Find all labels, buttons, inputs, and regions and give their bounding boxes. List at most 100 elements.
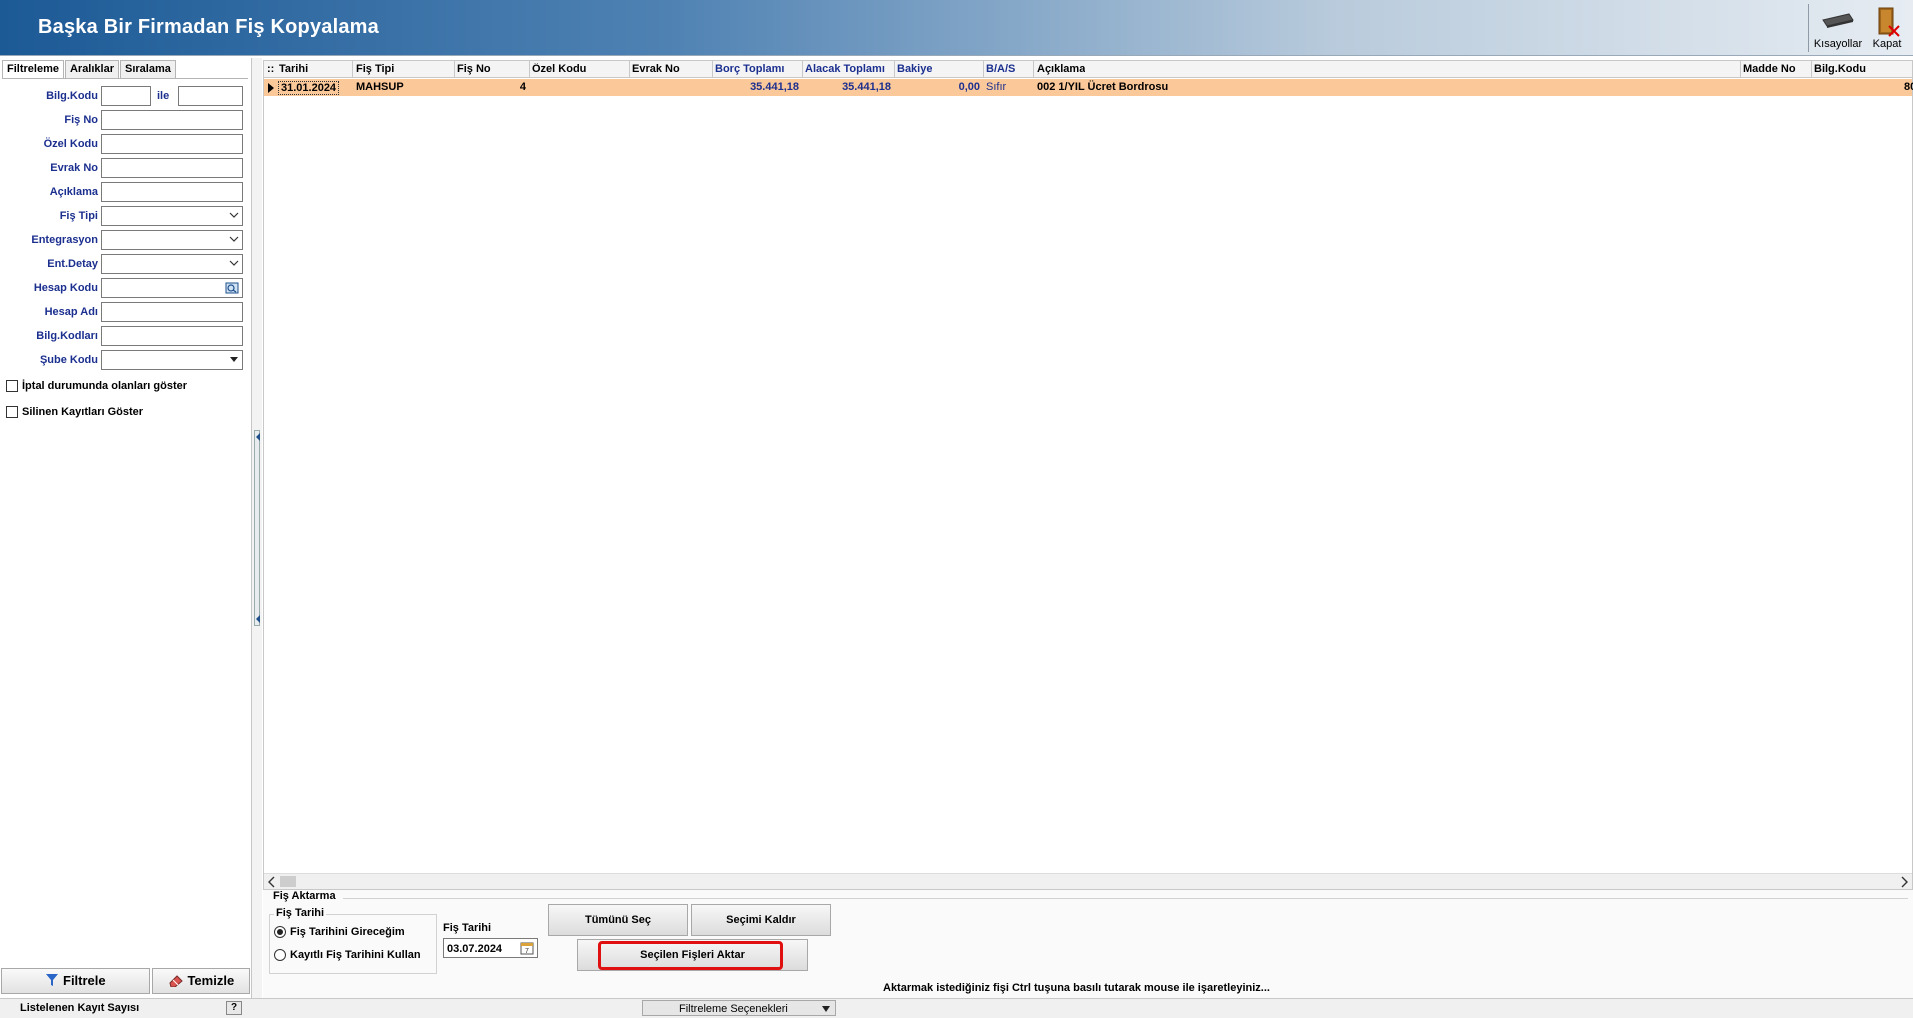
hesap-kodu-input[interactable] — [101, 278, 243, 298]
horizontal-scrollbar[interactable] — [264, 873, 1912, 889]
radio-enter-date[interactable] — [274, 926, 286, 938]
column-divider — [352, 61, 353, 78]
filter-button[interactable]: Filtrele — [1, 968, 150, 994]
evrak-no-row: Evrak No — [0, 158, 250, 179]
select-all-button[interactable]: Tümünü Seç — [548, 904, 688, 936]
title-bar: Başka Bir Firmadan Fiş Kopyalama Kısayol… — [0, 0, 1913, 56]
voucher-grid[interactable]: :: Tarihi Fiş Tipi Fiş No Özel Kodu Evra… — [263, 60, 1913, 890]
grid-header: :: Tarihi Fiş Tipi Fiş No Özel Kodu Evra… — [264, 61, 1912, 78]
filter-options-button[interactable]: Filtreleme Seçenekleri — [642, 1000, 836, 1016]
bilg-kodu-label: Bilg.Kodu — [46, 90, 98, 102]
status-bar: Listelenen Kayıt Sayısı ? Filtreleme Seç… — [0, 998, 1913, 1018]
column-divider — [802, 61, 803, 78]
clear-selection-button[interactable]: Seçimi Kaldır — [691, 904, 831, 936]
close-label: Kapat — [1872, 38, 1902, 50]
svg-text:7: 7 — [525, 948, 529, 955]
ent-detay-select[interactable] — [101, 254, 243, 274]
cell-fis-no: 4 — [519, 81, 526, 93]
door-exit-icon — [1878, 7, 1900, 37]
column-divider — [454, 61, 455, 78]
tab-filtreleme[interactable]: Filtreleme — [2, 60, 64, 78]
collapse-left-icon — [256, 615, 260, 623]
scroll-thumb[interactable] — [280, 876, 296, 887]
entegrasyon-select[interactable] — [101, 230, 243, 250]
cell-fis-tipi: MAHSUP — [356, 81, 404, 93]
fis-tipi-label: Fiş Tipi — [59, 210, 98, 222]
column-divider — [529, 61, 530, 78]
column-divider — [983, 61, 984, 78]
tab-siralama[interactable]: Sıralama — [120, 60, 176, 78]
col-bilg-kodu[interactable]: Bilg.Kodu — [1814, 63, 1866, 75]
calendar-icon[interactable]: 7 — [520, 941, 534, 955]
tab-araliklar[interactable]: Aralıklar — [64, 60, 119, 78]
evrak-no-input[interactable] — [101, 158, 243, 178]
close-button[interactable]: Kapat — [1866, 4, 1908, 52]
aciklama-label: Açıklama — [49, 186, 98, 198]
record-count-label: Listelenen Kayıt Sayısı — [20, 1002, 140, 1014]
window-title: Başka Bir Firmadan Fiş Kopyalama — [38, 16, 379, 38]
bilg-kodu-row: Bilg.Kodu ile — [0, 86, 250, 107]
bilg-kodu-to-input[interactable] — [178, 86, 243, 106]
radio-use-saved-date-label: Kayıtlı Fiş Tarihini Kullan — [290, 949, 421, 961]
splitter-grip[interactable] — [254, 430, 260, 626]
filter-panel: Filtreleme Aralıklar Sıralama Bilg.Kodu … — [0, 58, 252, 1018]
transfer-selected-button[interactable]: Seçilen Fişleri Aktar — [577, 939, 808, 971]
fis-no-input[interactable] — [101, 110, 243, 130]
fis-tipi-row: Fiş Tipi — [0, 206, 250, 227]
cell-alacak-toplami: 35.441,18 — [842, 81, 891, 93]
fis-tipi-select[interactable] — [101, 206, 243, 226]
column-divider — [629, 61, 630, 78]
keyboard-icon — [1822, 13, 1854, 28]
bilg-kodlari-row: Bilg.Kodları — [0, 326, 250, 347]
ozel-kodu-row: Özel Kodu — [0, 134, 250, 155]
cell-tarihi: 31.01.2024 — [278, 81, 340, 95]
date-field[interactable]: 03.07.2024 7 — [443, 938, 538, 958]
ozel-kodu-label: Özel Kodu — [43, 138, 98, 150]
aciklama-input[interactable] — [101, 182, 243, 202]
cell-aciklama: 002 1/YIL Ücret Bordrosu — [1037, 81, 1169, 93]
table-row[interactable]: 31.01.2024 MAHSUP 4 35.441,18 35.441,18 … — [264, 79, 1913, 96]
hesap-kodu-row: Hesap Kodu — [0, 278, 250, 299]
col-tarihi[interactable]: Tarihi — [279, 63, 308, 75]
collapse-left-icon — [256, 433, 260, 441]
col-madde-no[interactable]: Madde No — [1743, 63, 1796, 75]
col-fis-no[interactable]: Fiş No — [457, 63, 491, 75]
date-option-group: Fiş Tarihi Fiş Tarihini Gireceğim Kayıtl… — [269, 907, 437, 974]
lookup-icon[interactable] — [225, 281, 239, 295]
ozel-kodu-input[interactable] — [101, 134, 243, 154]
transfer-group-title: Fiş Aktarma — [273, 890, 336, 902]
col-fis-tipi[interactable]: Fiş Tipi — [356, 63, 394, 75]
fis-no-row: Fiş No — [0, 110, 250, 131]
radio-enter-date-label: Fiş Tarihini Gireceğim — [290, 926, 405, 938]
iptal-checkbox[interactable] — [6, 380, 18, 392]
col-borc-toplami[interactable]: Borç Toplamı — [715, 63, 784, 75]
help-button[interactable]: ? — [226, 1001, 242, 1015]
clear-button[interactable]: Temizle — [152, 968, 250, 994]
silinen-checkbox-label: Silinen Kayıtları Göster — [22, 406, 144, 418]
col-bas[interactable]: B/A/S — [986, 63, 1015, 75]
scroll-right-icon[interactable] — [1899, 876, 1909, 888]
col-alacak-toplami[interactable]: Alacak Toplamı — [805, 63, 893, 75]
chevron-down-icon — [229, 260, 239, 266]
silinen-checkbox[interactable] — [6, 406, 18, 418]
radio-use-saved-date[interactable] — [274, 949, 286, 961]
col-evrak-no[interactable]: Evrak No — [632, 63, 680, 75]
panel-splitter[interactable] — [252, 58, 262, 998]
hesap-adi-label: Hesap Adı — [44, 306, 98, 318]
ent-detay-row: Ent.Detay — [0, 254, 250, 275]
scroll-left-icon[interactable] — [267, 876, 277, 888]
bilg-kodlari-input[interactable] — [101, 326, 243, 346]
sube-kodu-select[interactable] — [101, 350, 243, 370]
col-bakiye[interactable]: Bakiye — [897, 63, 932, 75]
bilg-kodu-from-input[interactable] — [101, 86, 151, 106]
funnel-icon — [46, 974, 59, 986]
col-ozel-kodu[interactable]: Özel Kodu — [532, 63, 586, 75]
col-aciklama[interactable]: Açıklama — [1037, 63, 1085, 75]
shortcuts-button[interactable]: Kısayollar — [1812, 4, 1864, 52]
cell-bas: Sıfır — [986, 81, 1007, 93]
cell-borc-toplami: 35.441,18 — [750, 81, 799, 93]
filter-tabs: Filtreleme Aralıklar Sıralama — [2, 60, 177, 78]
grip-marker: :: — [267, 63, 275, 75]
entegrasyon-label: Entegrasyon — [31, 234, 98, 246]
hesap-adi-input[interactable] — [101, 302, 243, 322]
